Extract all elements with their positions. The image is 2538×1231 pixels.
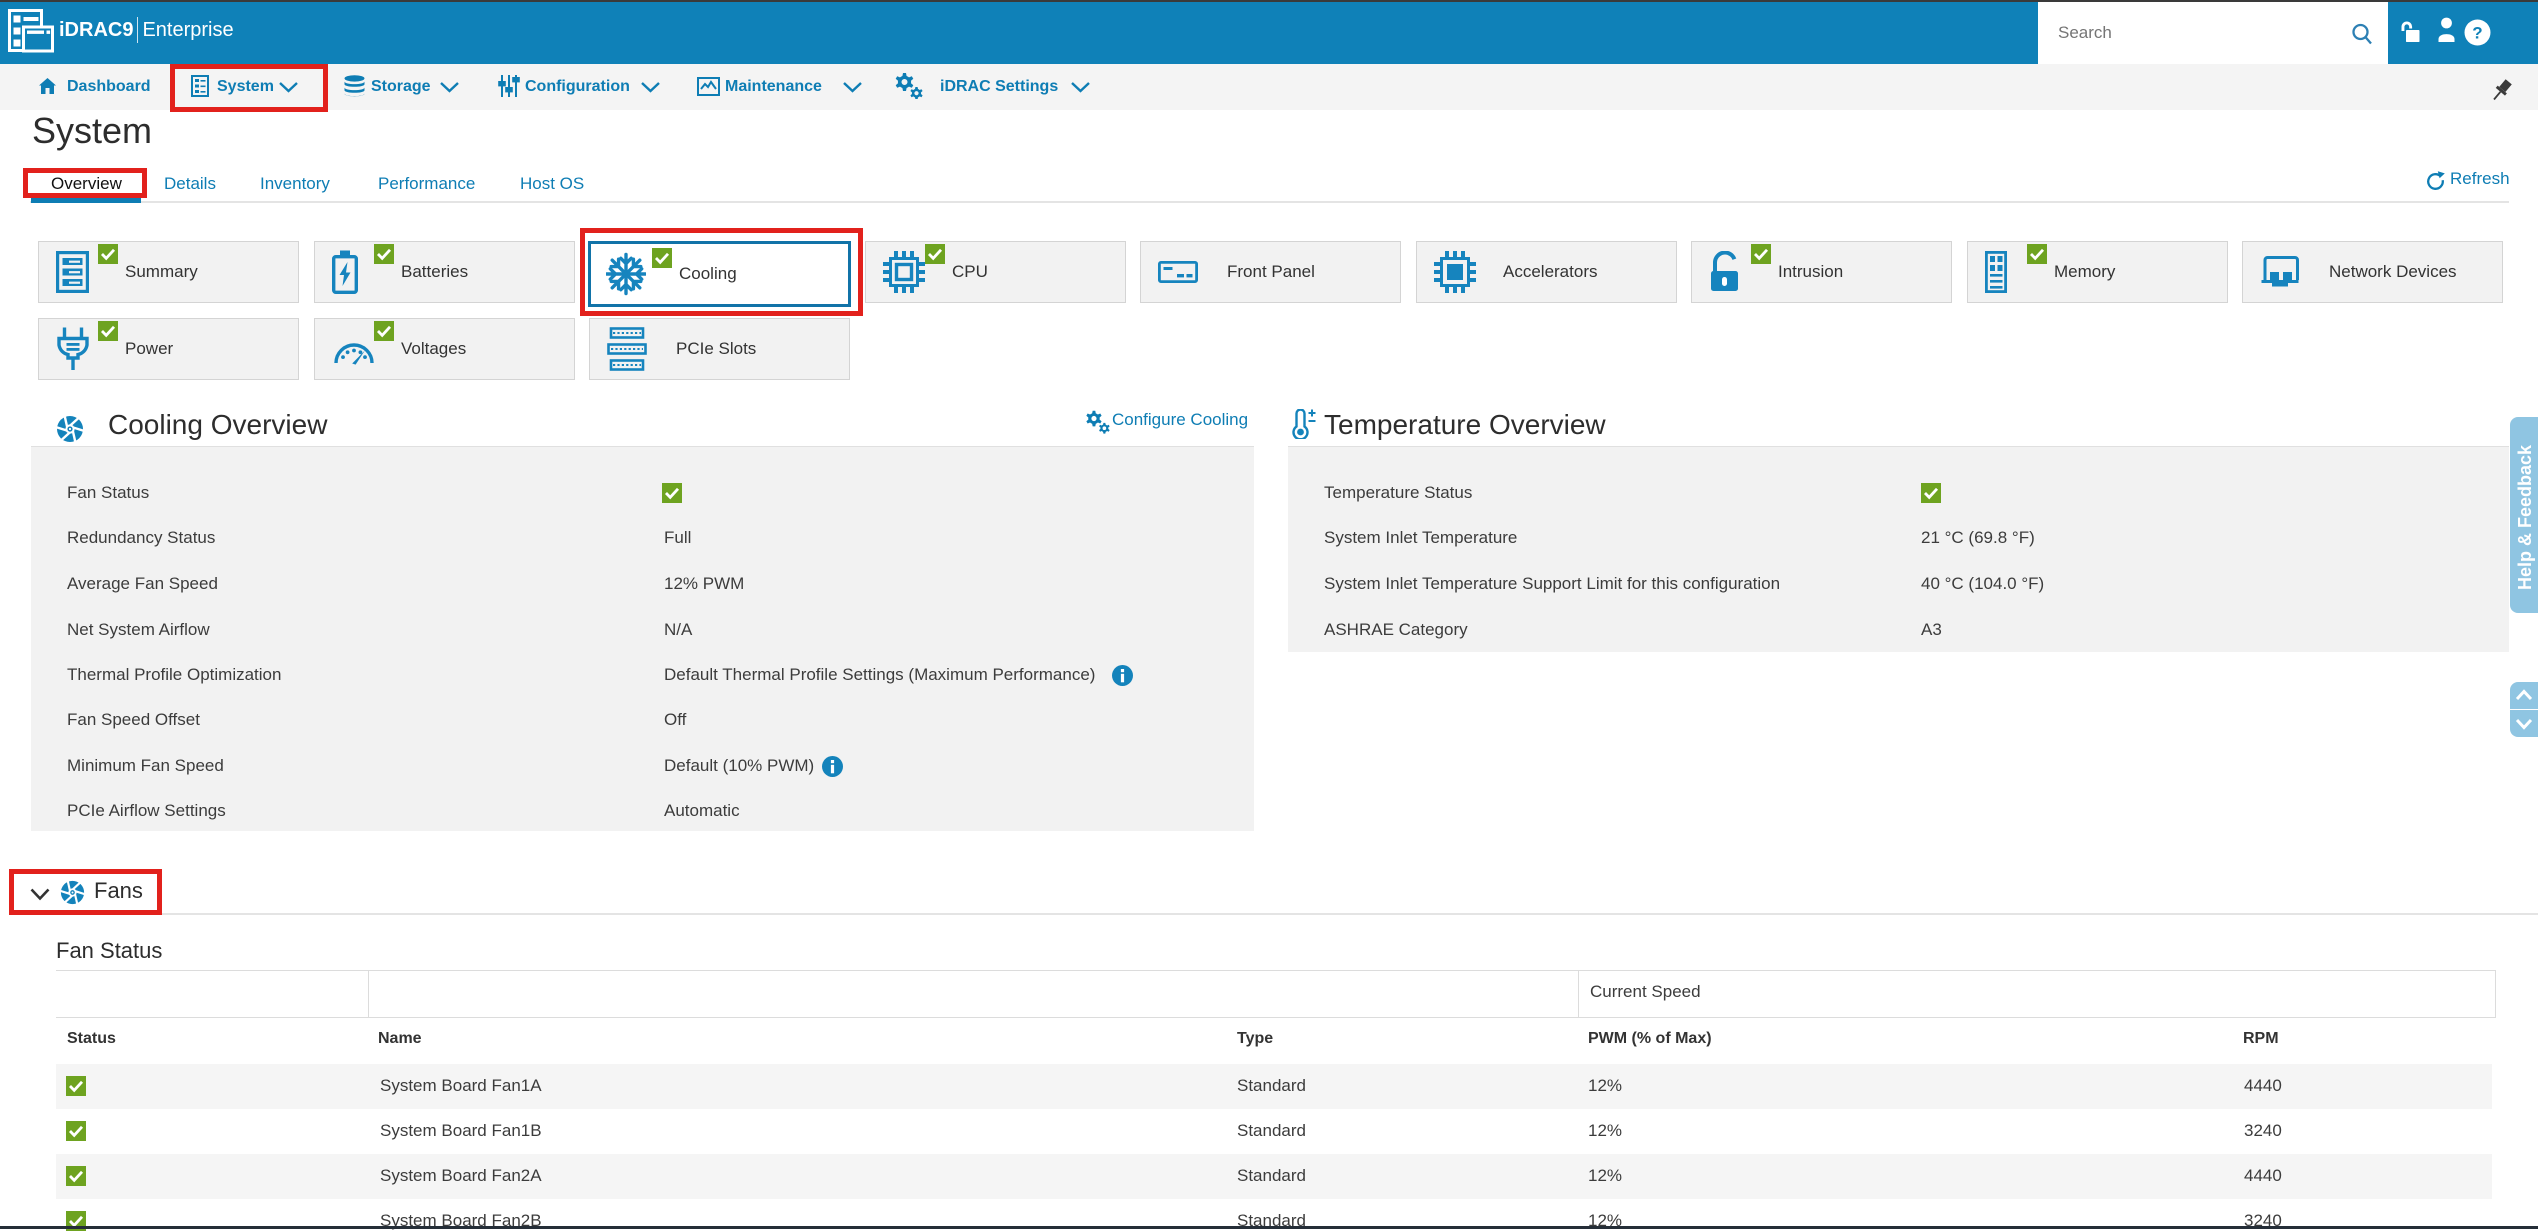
svg-text:?: ? (2472, 24, 2482, 43)
